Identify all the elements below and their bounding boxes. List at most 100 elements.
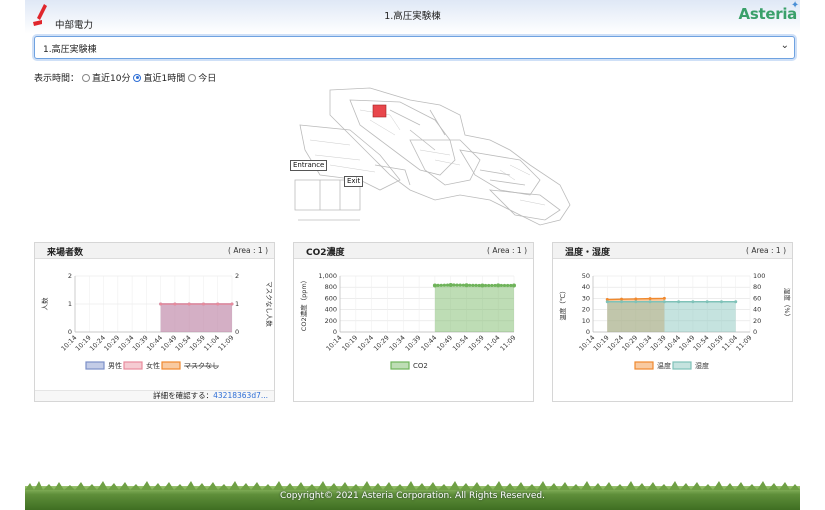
data-point — [216, 302, 220, 306]
x-tick-label: 11:09 — [735, 334, 754, 353]
data-point — [509, 283, 513, 288]
data-point — [455, 283, 459, 287]
legend-swatch — [85, 361, 105, 370]
series-area — [434, 284, 514, 332]
visitors-chart: 01210:1410:1910:2410:2910:3410:3910:4410… — [40, 272, 274, 370]
co2-chart: 02004006008001,00010:1410:1910:2410:2910… — [299, 272, 518, 370]
data-point — [634, 300, 638, 304]
details-link[interactable]: 43218363d7... — [213, 391, 268, 400]
radio-last-1hour[interactable] — [133, 73, 142, 82]
y-tick-label: 1 — [68, 300, 72, 308]
y-axis-label: 人数 — [40, 297, 49, 311]
data-point — [499, 283, 503, 288]
legend-swatch — [672, 361, 692, 370]
data-point — [442, 283, 446, 287]
y2-tick-label: 100 — [753, 272, 765, 280]
data-point — [506, 283, 510, 288]
data-point — [705, 300, 709, 304]
y2-tick-label: 2 — [235, 272, 239, 280]
highlighted-area[interactable] — [372, 104, 387, 118]
y2-tick-label: 0 — [235, 328, 239, 336]
data-point — [634, 297, 638, 301]
copyright-text: Copyright© 2021 Asteria Corporation. All… — [280, 491, 545, 501]
brand-logo[interactable]: Asteria ✦ — [738, 0, 800, 23]
grass-decoration — [25, 481, 800, 490]
panel-title: CO2濃度 — [306, 248, 345, 258]
visitors-panel: 来場者数 ( Area : 1 ) 0 1 2 10:14 10:19 10:24 10:2… — [34, 242, 275, 402]
data-point — [493, 283, 497, 288]
legend-label: CO2 — [413, 362, 428, 370]
data-point — [436, 283, 440, 288]
data-point — [201, 302, 205, 306]
data-point — [490, 283, 494, 288]
data-point — [734, 300, 738, 304]
legend-label: 女性 — [146, 361, 160, 370]
x-tick-label: 11:09 — [217, 334, 236, 353]
data-point — [230, 302, 234, 306]
data-point — [477, 283, 481, 288]
legend-item: CO2 — [390, 361, 428, 370]
data-point — [605, 300, 609, 304]
data-point — [173, 302, 177, 306]
panel-header: CO2濃度 ( Area : 1 ) — [294, 243, 533, 259]
radio-label-today[interactable]: 今日 — [198, 71, 216, 84]
data-point — [432, 283, 437, 288]
panel-title: 温度・湿度 — [565, 248, 611, 258]
data-point — [662, 296, 666, 300]
data-point — [648, 300, 652, 304]
y2-tick-label: 0 — [753, 328, 757, 336]
x-tick-label: 11:04 — [483, 334, 502, 353]
legend-swatch — [161, 361, 181, 370]
y2-axis-label: マスクなし人数 — [265, 281, 274, 327]
panel-header: 温度・湿度 ( Area : 1 ) — [553, 243, 792, 259]
map-label-exit: Exit — [344, 176, 364, 187]
legend-label: 温度 — [657, 361, 671, 370]
panel-title: 来場者数 — [47, 248, 84, 258]
y-tick-label: 20 — [582, 306, 590, 314]
radio-today[interactable] — [188, 73, 197, 82]
map-label-entrance: Entrance — [290, 160, 328, 171]
panel-area: ( Area : 1 ) — [228, 246, 268, 255]
data-point — [487, 283, 491, 288]
x-tick-label: 10:29 — [372, 334, 391, 353]
data-point — [452, 283, 456, 287]
header-bar: 中部電力 1.高圧実験棟 Asteria ✦ — [25, 0, 800, 34]
y2-tick-label: 40 — [753, 306, 761, 314]
legend-label: 湿度 — [695, 361, 709, 370]
y-tick-label: 40 — [582, 283, 590, 291]
time-filter-label: 表示時間： — [34, 74, 80, 84]
x-tick-label: 10:49 — [435, 334, 454, 353]
brand-logo-text: Asteria — [738, 5, 798, 23]
data-point — [461, 283, 465, 287]
legend-swatch — [390, 361, 410, 370]
radio-label-last-10min[interactable]: 直近10分 — [92, 71, 130, 84]
temp-humidity-chart: 0102030405010:1410:1910:2410:2910:3410:3… — [558, 272, 792, 370]
radio-label-last-1hour[interactable]: 直近1時間 — [143, 71, 185, 84]
y-tick-label: 600 — [325, 294, 337, 302]
data-point — [496, 283, 501, 288]
chevron-down-icon: ⌄ — [780, 40, 789, 51]
co2-panel: CO2濃度 ( Area : 1 ) 0 200 400 600 800 1,000 10:… — [293, 242, 534, 402]
panel-area: ( Area : 1 ) — [487, 246, 527, 255]
page-title: 1.高圧実験棟 — [384, 11, 441, 22]
series-area — [607, 301, 736, 332]
x-tick-label: 10:19 — [340, 334, 359, 353]
y-axis-label: 温度（℃） — [558, 287, 567, 320]
data-point — [439, 283, 443, 287]
y-tick-label: 50 — [582, 272, 590, 280]
y2-tick-label: 60 — [753, 294, 761, 302]
legend-item: マスクなし — [161, 361, 219, 370]
area-select-value: 1.高圧実験棟 — [43, 45, 97, 55]
details-label: 詳細を確認する： — [153, 391, 214, 400]
radio-last-10min[interactable] — [82, 73, 91, 82]
data-point — [620, 297, 624, 301]
y-tick-label: 200 — [325, 317, 337, 325]
x-tick-label: 11:09 — [499, 334, 518, 353]
y-tick-label: 800 — [325, 283, 337, 291]
y-tick-label: 2 — [68, 272, 72, 280]
area-select[interactable]: 1.高圧実験棟 ⌄ — [34, 36, 795, 59]
footer: Copyright© 2021 Asteria Corporation. All… — [25, 481, 800, 510]
y2-tick-label: 1 — [235, 300, 239, 308]
x-tick-label: 10:14 — [325, 334, 344, 353]
y-tick-label: 10 — [582, 317, 590, 325]
